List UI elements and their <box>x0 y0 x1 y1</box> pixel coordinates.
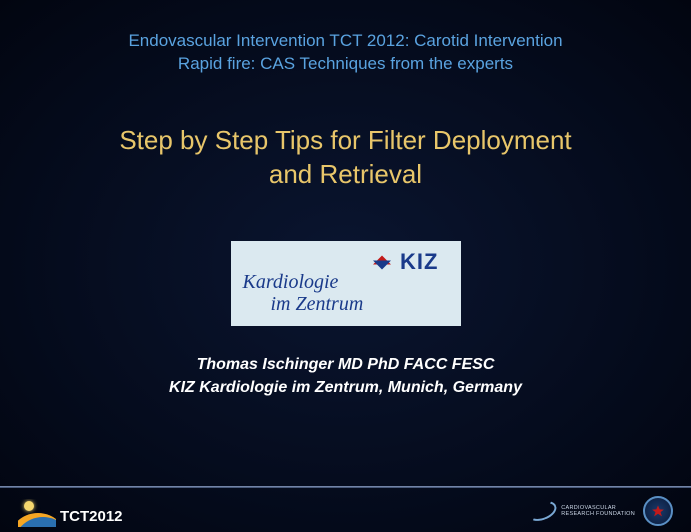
wave-icon <box>18 499 56 527</box>
kiz-abbrev: KIZ <box>400 249 438 275</box>
kiz-logo: KIZ Kardiologie im Zentrum <box>231 241 461 326</box>
crf-text: CARDIOVASCULAR RESEARCH FOUNDATION <box>561 505 635 517</box>
author-affiliation: KIZ Kardiologie im Zentrum, Munich, Germ… <box>0 377 691 399</box>
author-block: Thomas Ischinger MD PhD FACC FESC KIZ Ka… <box>0 326 691 399</box>
slide: Endovascular Intervention TCT 2012: Caro… <box>0 0 691 532</box>
crf-logo: CARDIOVASCULAR RESEARCH FOUNDATION <box>527 496 673 526</box>
author-name: Thomas Ischinger MD PhD FACC FESC <box>0 354 691 376</box>
session-header: Endovascular Intervention TCT 2012: Caro… <box>0 0 691 76</box>
footer-divider <box>0 486 691 488</box>
sun-icon <box>24 501 34 511</box>
crf-seal-icon <box>643 496 673 526</box>
swoosh-icon <box>527 500 553 522</box>
slide-title: Step by Step Tips for Filter Deployment … <box>0 76 691 192</box>
session-line2: Rapid fire: CAS Techniques from the expe… <box>0 53 691 76</box>
footer: TCT2012 CARDIOVASCULAR RESEARCH FOUNDATI… <box>0 486 691 532</box>
kiz-star-icon <box>373 253 391 271</box>
title-line2: and Retrieval <box>0 158 691 192</box>
crf-line2: RESEARCH FOUNDATION <box>561 511 635 517</box>
tct-logo: TCT2012 <box>18 499 123 527</box>
kiz-word1: Kardiologie <box>243 271 339 294</box>
tct-year: TCT2012 <box>60 508 123 525</box>
session-line1: Endovascular Intervention TCT 2012: Caro… <box>0 30 691 53</box>
kiz-word2: im Zentrum <box>271 293 364 316</box>
title-line1: Step by Step Tips for Filter Deployment <box>0 124 691 158</box>
